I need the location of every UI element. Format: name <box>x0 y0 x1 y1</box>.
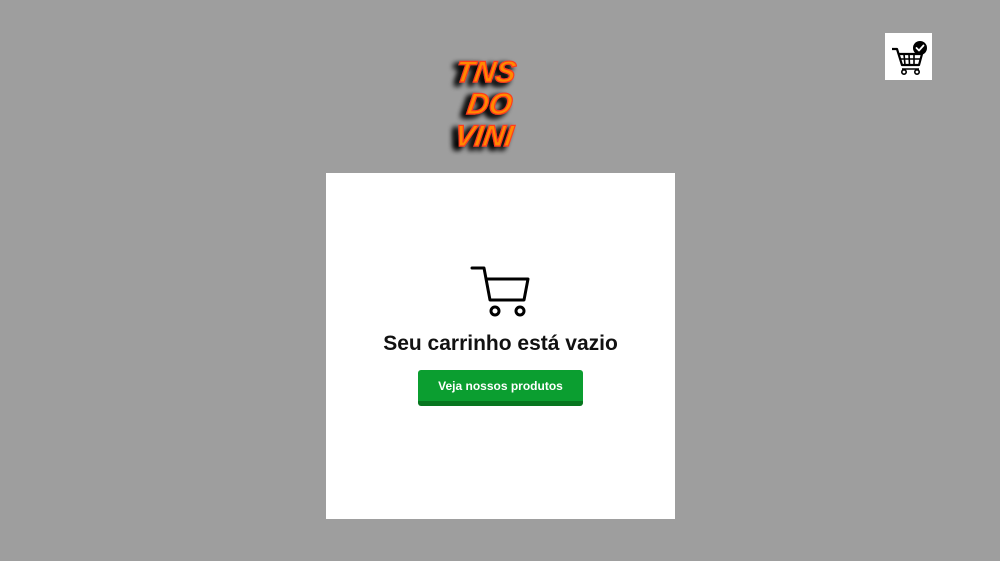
logo-line-3: VINI <box>453 120 517 153</box>
logo-line-1: TNS <box>454 56 519 89</box>
brand-logo[interactable]: TNS DO VINI <box>445 50 530 155</box>
empty-cart-message: Seu carrinho está vazio <box>383 332 618 355</box>
brand-logo-graphic: TNS DO VINI <box>452 56 519 154</box>
view-products-button[interactable]: Veja nossos produtos <box>418 370 583 406</box>
logo-line-2: DO <box>465 88 515 121</box>
page: TNS DO VINI Seu carrinho está vazio Veja… <box>0 0 1000 561</box>
cart-button[interactable] <box>885 33 932 80</box>
cart-check-icon <box>891 40 927 75</box>
shopping-cart-icon <box>470 266 530 318</box>
